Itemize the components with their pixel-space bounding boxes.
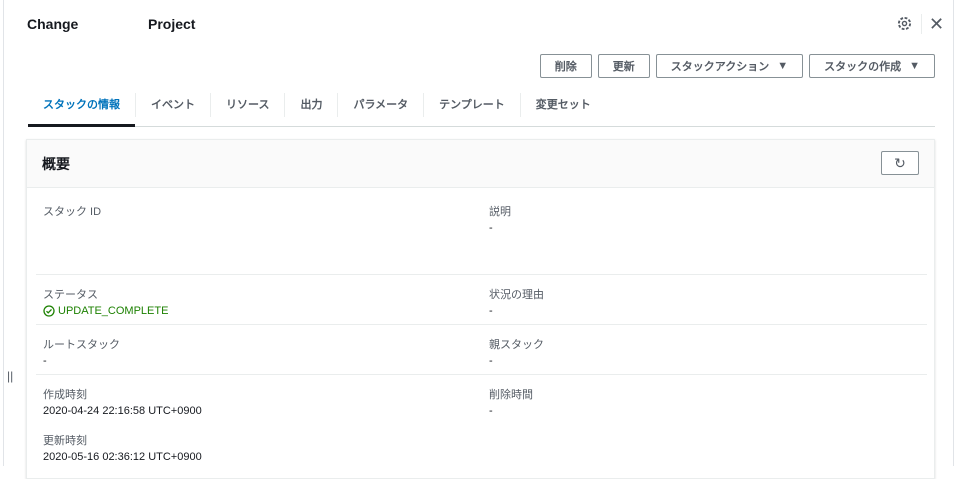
field-value: 2020-05-16 02:36:12 UTC+0900 — [43, 451, 202, 463]
create-stack-label: スタックの作成 — [824, 61, 902, 73]
field-label: 親スタック — [489, 339, 544, 351]
field-stack-id: スタック ID — [43, 203, 101, 219]
tab-parameters[interactable]: パラメータ — [338, 93, 425, 117]
right-border — [953, 0, 954, 466]
left-border — [3, 0, 4, 466]
stack-actions-label: スタックアクション — [670, 61, 770, 73]
field-updated: 更新時刻 2020-05-16 02:36:12 UTC+0900 — [43, 432, 202, 463]
title-left: Change — [27, 16, 79, 32]
overview-header: 概要 ↻ — [27, 140, 934, 188]
overview-row: ステータス UPDATE_COMPLETE 状況の理由 - — [36, 275, 927, 325]
refresh-icon: ↻ — [894, 155, 906, 171]
resize-handle[interactable]: || — [7, 369, 13, 383]
overview-title: 概要 — [42, 156, 70, 172]
update-label: 更新 — [612, 61, 635, 73]
delete-button[interactable]: 削除 — [539, 54, 592, 78]
tab-events[interactable]: イベント — [136, 93, 211, 117]
gear-icon[interactable] — [897, 16, 912, 31]
overview-row: ルートスタック - 親スタック - — [36, 325, 927, 375]
overview-row: 作成時刻 2020-04-24 22:16:58 UTC+0900 削除時間 - 更… — [36, 375, 927, 475]
field-status-reason: 状況の理由 - — [489, 286, 544, 317]
field-root-stack: ルートスタック - — [43, 336, 120, 367]
field-value: - — [489, 355, 493, 367]
refresh-button[interactable]: ↻ — [881, 151, 919, 175]
field-value: - — [489, 305, 493, 317]
title-right: Project — [148, 16, 196, 32]
field-status: ステータス UPDATE_COMPLETE — [43, 286, 168, 317]
field-value: 2020-04-24 22:16:58 UTC+0900 — [43, 405, 202, 417]
field-value: - — [489, 405, 493, 417]
tab-change-sets[interactable]: 変更セット — [521, 93, 606, 117]
header-divider — [921, 14, 922, 34]
status-badge: UPDATE_COMPLETE — [43, 305, 168, 317]
field-deleted: 削除時間 - — [489, 386, 533, 417]
create-stack-button[interactable]: スタックの作成 ▼ — [809, 54, 935, 78]
field-label: 説明 — [489, 206, 511, 218]
tab-outputs[interactable]: 出力 — [285, 93, 339, 117]
tab-template[interactable]: テンプレート — [424, 93, 521, 117]
field-label: 更新時刻 — [43, 435, 87, 447]
caret-down-icon: ▼ — [909, 60, 920, 72]
field-parent-stack: 親スタック - — [489, 336, 544, 367]
toolbar: 削除 更新 スタックアクション ▼ スタックの作成 ▼ — [539, 54, 935, 78]
field-label: ルートスタック — [43, 339, 120, 351]
tab-stack-info[interactable]: スタックの情報 — [28, 93, 136, 127]
field-value: - — [489, 222, 493, 234]
field-label: ステータス — [43, 289, 98, 301]
caret-down-icon: ▼ — [777, 60, 789, 72]
field-label: スタック ID — [43, 206, 102, 218]
field-value: - — [43, 355, 47, 367]
tab-bar: スタックの情報 イベント リソース 出力 パラメータ テンプレート 変更セット — [28, 93, 935, 127]
tab-resources[interactable]: リソース — [211, 93, 286, 117]
overview-row: スタック ID 説明 - — [36, 189, 927, 275]
check-circle-icon — [43, 305, 55, 317]
update-button[interactable]: 更新 — [597, 54, 650, 78]
status-value: UPDATE_COMPLETE — [58, 305, 169, 317]
field-created: 作成時刻 2020-04-24 22:16:58 UTC+0900 — [43, 386, 202, 417]
field-label: 状況の理由 — [489, 289, 544, 301]
field-label: 削除時間 — [489, 389, 533, 401]
field-label: 作成時刻 — [43, 389, 87, 401]
field-description: 説明 - — [489, 203, 511, 234]
delete-label: 削除 — [554, 61, 577, 73]
close-icon[interactable]: ✕ — [929, 14, 944, 35]
overview-panel: 概要 ↻ スタック ID 説明 - ステータス UPDATE_COMPLETE 状況… — [26, 139, 935, 479]
stack-actions-button[interactable]: スタックアクション ▼ — [655, 54, 804, 78]
